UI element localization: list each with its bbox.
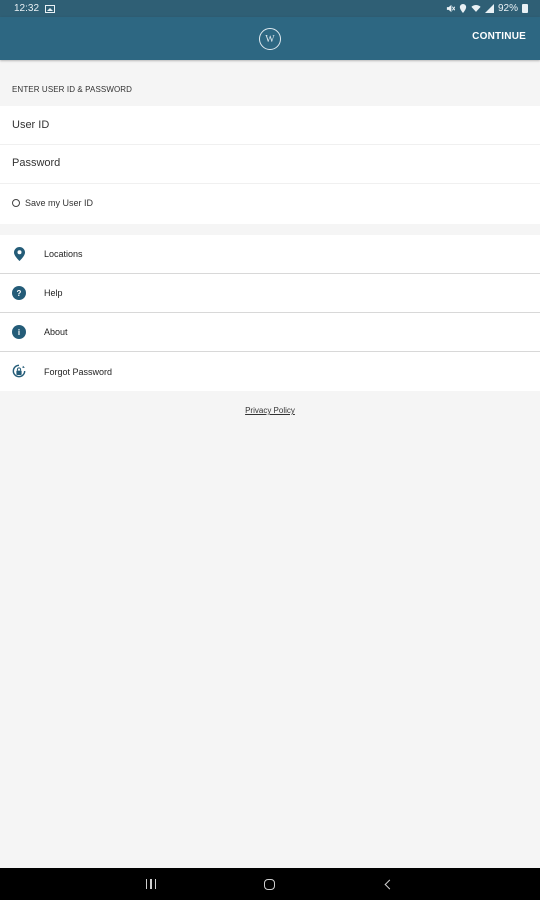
status-bar-left: 12:32: [14, 3, 56, 14]
status-time: 12:32: [14, 3, 40, 14]
menu-item-label: Help: [44, 288, 63, 298]
battery-percent: 92%: [497, 3, 518, 14]
save-user-id-radio[interactable]: [12, 199, 20, 207]
privacy-policy-link[interactable]: Privacy Policy: [0, 406, 540, 415]
menu-item-forgot-password[interactable]: Forgot Password: [0, 352, 540, 391]
location-icon: [459, 4, 467, 13]
menu-item-about[interactable]: i About: [0, 313, 540, 352]
save-user-id-option[interactable]: Save my User ID: [12, 198, 93, 208]
back-button[interactable]: [367, 868, 407, 900]
menu-item-locations[interactable]: Locations: [0, 235, 540, 274]
signal-icon: [484, 4, 494, 13]
menu-item-label: About: [44, 327, 68, 337]
help-icon: ?: [12, 286, 26, 300]
recents-icon: [145, 879, 157, 889]
status-bar: 12:32 92%: [0, 0, 540, 17]
menu-item-label: Forgot Password: [44, 366, 113, 377]
continue-button[interactable]: CONTINUE: [472, 31, 526, 42]
mute-icon: [446, 4, 455, 13]
location-pin-icon: [12, 247, 26, 261]
menu-item-label: Locations: [44, 249, 83, 259]
wifi-icon: [471, 5, 481, 12]
status-bar-right: 92%: [446, 3, 528, 14]
menu-list: Locations ? Help i About Forgot Password: [0, 235, 540, 391]
home-icon: [263, 878, 275, 890]
system-nav-bar: [0, 868, 540, 900]
battery-icon: [522, 4, 528, 13]
login-card: User ID Password Save my User ID: [0, 106, 540, 224]
logo-letter: W: [265, 33, 275, 45]
back-icon: [384, 879, 394, 889]
brand-logo: W: [259, 28, 281, 50]
lock-reset-icon: [12, 364, 26, 378]
divider: [0, 144, 540, 145]
user-id-field[interactable]: User ID: [12, 119, 49, 131]
info-icon: i: [12, 325, 26, 339]
password-field[interactable]: Password: [12, 157, 60, 169]
divider: [0, 183, 540, 184]
home-button[interactable]: [249, 868, 289, 900]
app-bar: W CONTINUE: [0, 17, 540, 60]
menu-item-help[interactable]: ? Help: [0, 274, 540, 313]
login-section-label: ENTER USER ID & PASSWORD: [12, 85, 133, 94]
recents-button[interactable]: [131, 868, 171, 900]
save-user-id-label: Save my User ID: [25, 198, 94, 208]
image-icon: [45, 4, 56, 13]
